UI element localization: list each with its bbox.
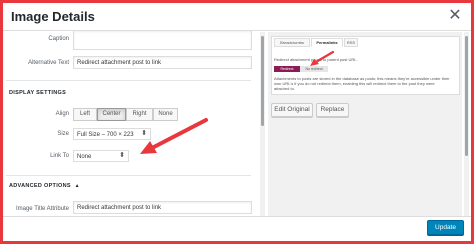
redirect-toggle-on[interactable]: Redirect (274, 66, 300, 72)
tab-permalinks[interactable]: Permalinks (311, 38, 343, 47)
advanced-options-heading: ADVANCED OPTIONS (9, 183, 71, 189)
alt-text-label: Alternative Text (28, 60, 69, 66)
advanced-options-toggle[interactable]: ADVANCED OPTIONS ▲ (9, 183, 80, 189)
image-title-field[interactable]: Redirect attachment post to link (73, 201, 252, 214)
align-label: Align (55, 111, 69, 117)
size-label: Size (57, 131, 69, 137)
align-center-button[interactable]: Center (97, 108, 126, 121)
align-none-button[interactable]: None (153, 108, 178, 121)
dialog-header: Image Details ✕ (3, 3, 471, 31)
dialog-footer (3, 216, 471, 241)
align-left-button[interactable]: Left (73, 108, 97, 121)
link-to-label: Link To (50, 153, 69, 159)
tab-breadcrumbs[interactable]: Breadcrumbs (274, 38, 310, 47)
image-title-label: Image Title Attribute (15, 206, 69, 212)
right-scrollbar-thumb[interactable] (465, 36, 468, 156)
edit-original-button[interactable]: Edit Original (271, 103, 313, 117)
divider (6, 175, 251, 176)
left-scrollbar-thumb[interactable] (261, 36, 264, 126)
display-settings-heading: DISPLAY SETTINGS (9, 90, 67, 96)
redirect-note-line: attached to. (274, 86, 295, 91)
dialog-title: Image Details (11, 9, 95, 24)
chevron-updown-icon: ⬍ (119, 152, 125, 159)
tab-rss[interactable]: RSS (344, 38, 358, 47)
size-select-value: Full Size – 700 × 223 (77, 132, 134, 138)
alt-text-field[interactable]: Redirect attachment post to link (73, 56, 252, 69)
triangle-up-icon: ▲ (74, 183, 80, 189)
link-to-select[interactable]: None ⬍ (73, 150, 129, 162)
caption-label: Caption (48, 36, 69, 42)
close-icon[interactable]: ✕ (445, 6, 465, 26)
link-to-select-value: None (77, 154, 92, 160)
redirect-toggle-off[interactable]: No redirect (300, 66, 328, 72)
align-right-button[interactable]: Right (126, 108, 153, 121)
chevron-updown-icon: ⬍ (141, 130, 147, 137)
caption-field[interactable] (73, 30, 252, 50)
size-select[interactable]: Full Size – 700 × 223 ⬍ (73, 128, 151, 140)
divider (6, 80, 251, 81)
update-button[interactable]: Update (427, 220, 464, 235)
replace-button[interactable]: Replace (316, 103, 349, 117)
redirect-description: Redirect attachment pages to parent post… (274, 57, 358, 62)
